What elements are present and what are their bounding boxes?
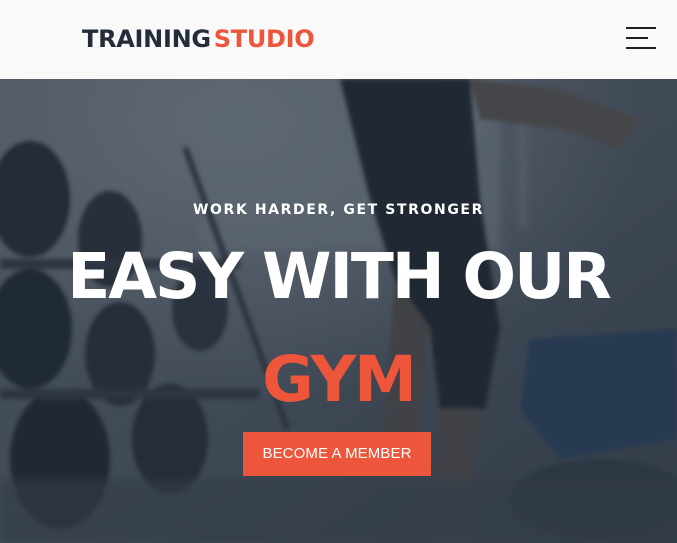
logo-text-studio: STUDIO — [213, 25, 315, 53]
logo-text-training: TRAINING — [82, 25, 211, 53]
menu-line — [626, 37, 648, 39]
site-logo[interactable]: TRAINING STUDIO — [82, 24, 315, 54]
hero-banner: WORK HARDER, GET STRONGER EASY WITH OUR … — [0, 79, 677, 543]
site-header: TRAINING STUDIO — [0, 0, 677, 79]
hero-headline-line2: GYM — [262, 343, 417, 416]
hero-content: WORK HARDER, GET STRONGER EASY WITH OUR … — [0, 79, 677, 543]
hero-tagline: WORK HARDER, GET STRONGER — [193, 202, 484, 218]
hamburger-menu-icon[interactable] — [626, 26, 658, 50]
become-member-button[interactable]: BECOME A MEMBER — [243, 432, 431, 476]
menu-line — [626, 27, 656, 29]
menu-line — [626, 47, 656, 49]
hero-headline-line1: EASY WITH OUR — [67, 240, 612, 313]
